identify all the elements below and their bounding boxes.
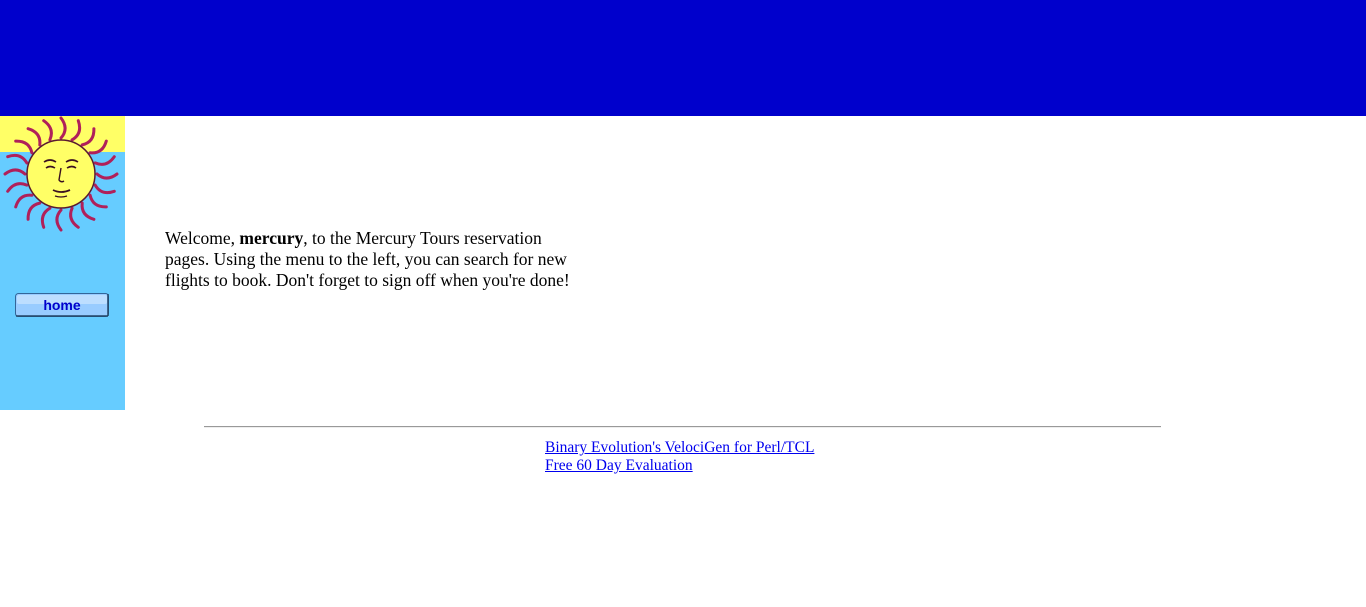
sun-ray: [3, 168, 27, 176]
sun-ray: [69, 206, 80, 229]
welcome-prefix: Welcome,: [165, 228, 240, 248]
sun-ray: [26, 201, 42, 221]
sun-ray: [6, 182, 29, 193]
sun-face-icon: [0, 116, 125, 234]
welcome-message: Welcome, mercury, to the Mercury Tours r…: [165, 228, 585, 291]
sun-ray: [55, 208, 63, 232]
sun-ray: [80, 201, 96, 221]
evaluation-link[interactable]: Free 60 Day Evaluation: [545, 457, 814, 475]
sun-ray: [95, 172, 119, 180]
username: mercury: [239, 228, 304, 248]
sun-ray: [40, 206, 52, 229]
home-button[interactable]: home: [15, 293, 109, 317]
velocigen-link[interactable]: Binary Evolution's VelociGen for Perl/TC…: [545, 439, 814, 457]
sun-ray: [6, 153, 29, 165]
sun-ray: [93, 155, 116, 166]
footer-divider: [204, 426, 1161, 428]
sun-ray: [88, 193, 108, 209]
sun-ray: [93, 183, 116, 195]
home-button-label: home: [43, 297, 81, 313]
sun-ray: [14, 193, 34, 209]
top-banner: [0, 0, 1366, 116]
footer-links: Binary Evolution's VelociGen for Perl/TC…: [545, 439, 814, 475]
left-sidebar: home: [0, 116, 125, 410]
